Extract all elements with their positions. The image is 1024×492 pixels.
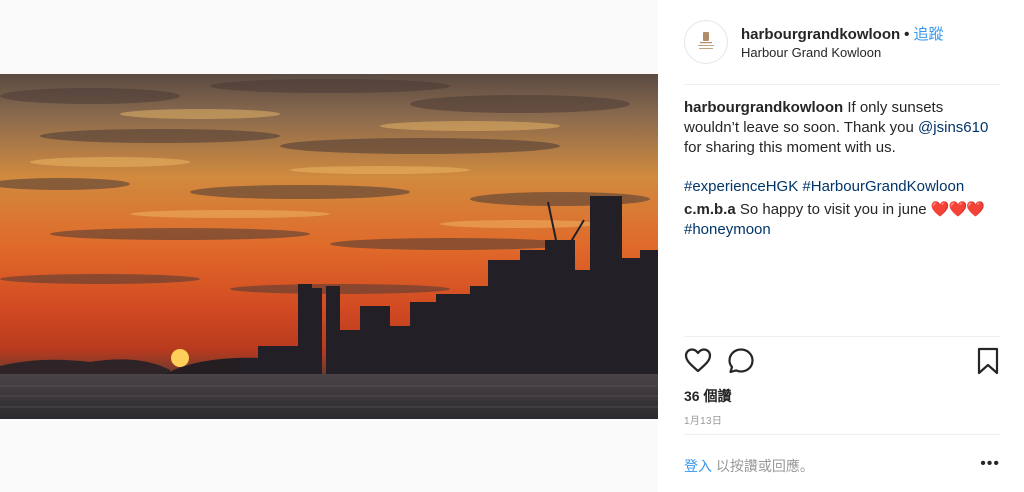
follow-button[interactable]: 追蹤 xyxy=(913,26,943,43)
login-prompt-text: 以按讚或回應。 xyxy=(715,458,814,474)
username-row: harbourgrandkowloon • 追蹤 xyxy=(741,23,943,44)
username[interactable]: harbourgrandkowloon xyxy=(741,26,900,43)
comment-username[interactable]: c.m.b.a xyxy=(684,201,736,218)
comments-area: harbourgrandkowloon If only sunsets woul… xyxy=(684,98,1002,240)
likes-count[interactable]: 36 個讚 xyxy=(684,386,731,406)
post-header: harbourgrandkowloon • 追蹤 Harbour Grand Kow… xyxy=(684,18,1000,84)
action-bar xyxy=(684,347,1000,377)
avatar[interactable] xyxy=(684,20,728,64)
login-prompt: 登入 以按讚或回應。 ••• xyxy=(684,456,1000,476)
hashtag-link[interactable]: #honeymoon xyxy=(684,221,771,238)
location-link[interactable]: Harbour Grand Kowloon xyxy=(741,45,881,60)
like-heart-icon[interactable] xyxy=(684,347,712,373)
hashtag-link[interactable]: #experienceHGK xyxy=(684,178,798,195)
media-pane xyxy=(0,0,658,492)
heart-emoji-icon: ❤️❤️❤️ xyxy=(930,201,985,218)
header-divider xyxy=(684,84,1000,85)
login-link[interactable]: 登入 xyxy=(684,458,712,474)
post-date[interactable]: 1月13日 xyxy=(684,412,722,427)
caption-username[interactable]: harbourgrandkowloon xyxy=(684,99,843,116)
more-options-icon[interactable]: ••• xyxy=(980,456,1000,472)
post-photo[interactable] xyxy=(0,74,658,419)
comment: c.m.b.a So happy to visit you in june ❤️… xyxy=(684,200,1002,240)
save-bookmark-icon[interactable] xyxy=(976,347,1000,375)
actions-divider xyxy=(684,336,1000,337)
footer-divider xyxy=(684,434,1000,435)
sunset-skyline-image xyxy=(0,74,658,419)
separator-dot: • xyxy=(904,26,910,43)
mention-link[interactable]: @jsins610 xyxy=(918,119,988,136)
comment-text: So happy to visit you in june xyxy=(735,201,931,218)
post-side-panel: harbourgrandkowloon • 追蹤 Harbour Grand Kow… xyxy=(658,0,1024,492)
comment-bubble-icon[interactable] xyxy=(727,347,755,375)
caption-hashtags: #experienceHGK #HarbourGrandKowloon xyxy=(684,177,1002,197)
caption-text-2: for sharing this moment with us. xyxy=(684,139,896,156)
caption: harbourgrandkowloon If only sunsets woul… xyxy=(684,98,1002,158)
hotel-crest-icon xyxy=(686,22,726,62)
hashtag-link[interactable]: #HarbourGrandKowloon xyxy=(802,178,964,195)
